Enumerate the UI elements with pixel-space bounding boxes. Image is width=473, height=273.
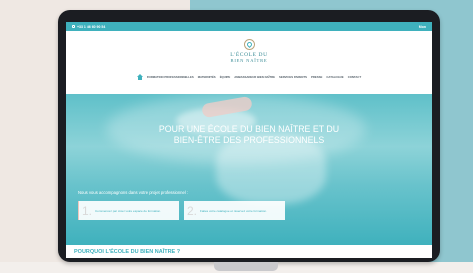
hero-banner: POUR UNE ÉCOLE DU BIEN NAÎTRE ET DU BIEN… [66,94,432,245]
main-nav: FORMATION PROFESSIONNELLES MATERNITÉS ÉQ… [66,71,432,83]
hero-title-line2: BIEN-ÊTRE DES PROFESSIONNELS [173,135,325,145]
step-text: Commencez par créer votre espace de form… [95,208,162,213]
nav-item-equipe[interactable]: ÉQUIPE [220,75,231,79]
top-bar: +33 1 46 60 90 54 Mon [66,22,432,31]
website-screen: +33 1 46 60 90 54 Mon L'ÉCOLE DU BIEN NA… [66,22,432,258]
home-icon[interactable] [136,74,143,80]
nav-item-services-parents[interactable]: SERVICES PARENTS [279,75,307,79]
step-number: 1. [82,203,93,218]
nav-item-contact[interactable]: CONTACT [348,75,361,79]
site-logo[interactable]: L'ÉCOLE DU BIEN NAÎTRE [66,31,432,71]
phone-number: +33 1 46 60 90 54 [77,24,106,29]
laptop-frame: +33 1 46 60 90 54 Mon L'ÉCOLE DU BIEN NA… [58,10,440,262]
nav-item-catalogue[interactable]: CATALOGUE [326,75,343,79]
step-number: 2. [187,203,198,218]
step-card-1[interactable]: 1. Commencez par créer votre espace de f… [78,201,179,220]
laptop-hinge [214,262,278,271]
nav-item-formations[interactable]: FORMATION PROFESSIONNELLES [147,75,194,79]
logo-icon [243,39,255,50]
step-text: Faites votre catalogue et réservez votre… [200,208,267,213]
step-card-2[interactable]: 2. Faites votre catalogue et réservez vo… [184,201,285,220]
logo-text-line2: BIEN NAÎTRE [230,58,268,63]
phone-icon [72,25,75,28]
nav-item-maternites[interactable]: MATERNITÉS [198,75,216,79]
hero-title-line1: POUR UNE ÉCOLE DU BIEN NAÎTRE ET DU [158,124,340,134]
phone-link[interactable]: +33 1 46 60 90 54 [72,25,105,29]
hero-title: POUR UNE ÉCOLE DU BIEN NAÎTRE ET DU BIEN… [116,124,382,146]
nav-item-presse[interactable]: PRESSE [311,75,322,79]
topbar-right-link[interactable]: Mon [419,25,426,29]
section-title: POURQUOI L'ÉCOLE DU BIEN NAÎTRE ? [74,249,181,255]
hero-subtitle: Nous vous accompagnons dans votre projet… [78,190,189,195]
nav-item-ambassadeur[interactable]: AMBASSADEUR BIEN NAÎTRE [234,75,275,79]
